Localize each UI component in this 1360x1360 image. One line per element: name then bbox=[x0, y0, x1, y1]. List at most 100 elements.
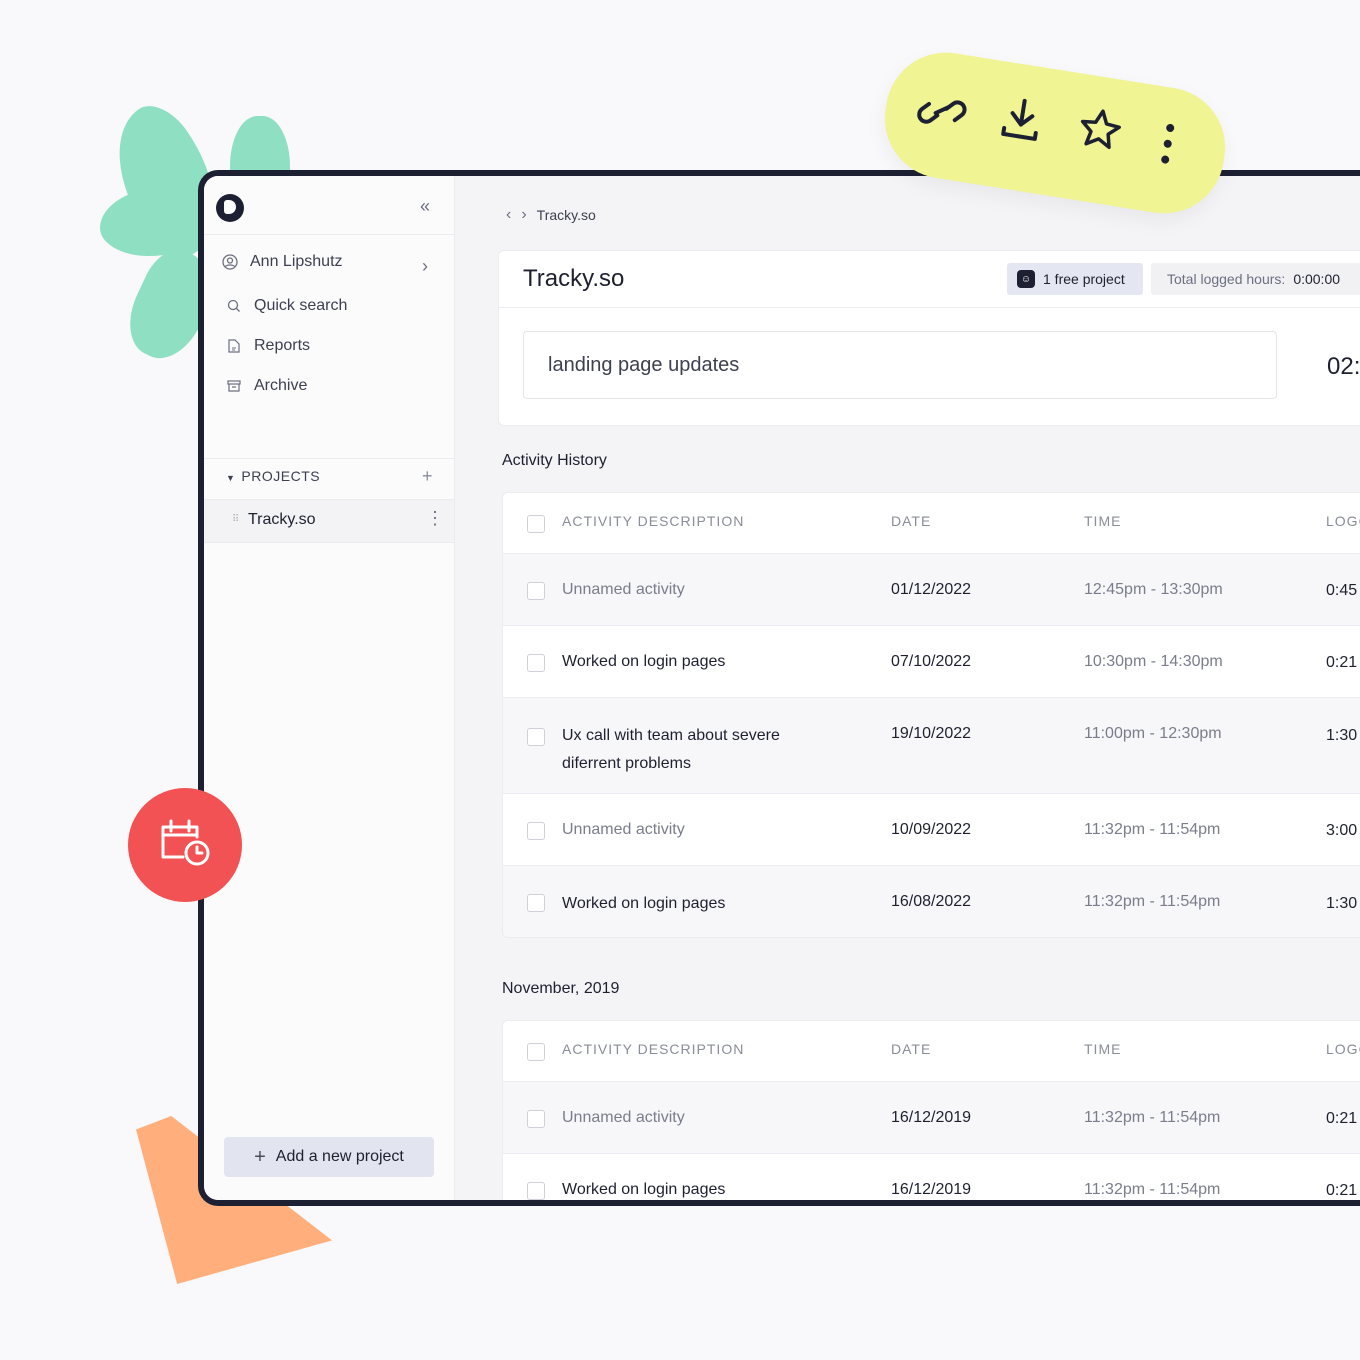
row-checkbox[interactable] bbox=[527, 894, 545, 912]
sidebar-project-item[interactable]: ⠿ Tracky.so ⋮ bbox=[204, 500, 454, 543]
activity-date: 16/12/2019 bbox=[891, 1181, 972, 1198]
activity-description: Unnamed activity bbox=[562, 581, 685, 598]
projects-heading[interactable]: ▼ PROJECTS bbox=[226, 468, 320, 484]
add-project-plus-icon[interactable]: + bbox=[422, 466, 433, 487]
download-icon[interactable] bbox=[995, 93, 1047, 152]
project-card: Tracky.so ☺ 1 free project Total logged … bbox=[498, 250, 1360, 426]
table-row[interactable]: Worked on login pages 07/10/2022 10:30pm… bbox=[503, 626, 1360, 698]
table-header-row: ACTIVITY DESCRIPTION DATE TIME LOGG bbox=[503, 493, 1360, 554]
activity-date: 16/08/2022 bbox=[891, 893, 972, 910]
page-title: Tracky.so bbox=[523, 265, 625, 292]
calendar-clock-icon bbox=[157, 817, 213, 874]
row-checkbox[interactable] bbox=[527, 728, 545, 746]
column-header-logged[interactable]: LOGG bbox=[1326, 513, 1360, 529]
breadcrumb-current[interactable]: Tracky.so bbox=[537, 207, 596, 223]
section-title: November, 2019 bbox=[502, 980, 620, 997]
section-title: Activity History bbox=[502, 452, 607, 469]
sidebar-item-quick-search[interactable]: Quick search bbox=[226, 292, 347, 320]
drag-handle-icon[interactable]: ⠿ bbox=[232, 514, 239, 525]
activity-date: 01/12/2022 bbox=[891, 581, 972, 598]
activity-logged: 0:21 bbox=[1326, 1182, 1358, 1199]
column-header-description[interactable]: ACTIVITY DESCRIPTION bbox=[562, 513, 744, 529]
divider bbox=[204, 458, 454, 459]
activity-description: Worked on login pages bbox=[562, 1181, 726, 1198]
user-name: Ann Lipshutz bbox=[250, 253, 343, 270]
breadcrumb: ‹ › Tracky.so bbox=[506, 206, 596, 224]
activity-time: 11:32pm - 11:54pm bbox=[1084, 821, 1221, 838]
activity-description: Ux call with team about severe bbox=[562, 727, 780, 744]
calendar-clock-badge[interactable] bbox=[128, 788, 242, 902]
divider bbox=[499, 307, 1360, 308]
select-all-checkbox[interactable] bbox=[527, 1043, 545, 1061]
row-checkbox[interactable] bbox=[527, 582, 545, 600]
column-header-time[interactable]: TIME bbox=[1084, 1041, 1121, 1057]
table-header-row: ACTIVITY DESCRIPTION DATE TIME LOGG bbox=[503, 1021, 1360, 1082]
column-header-logged[interactable]: LOGG bbox=[1326, 1041, 1360, 1057]
user-profile-item[interactable]: Ann Lipshutz bbox=[222, 248, 343, 276]
sidebar-item-label: Reports bbox=[254, 337, 311, 354]
add-project-button[interactable]: + Add a new project bbox=[224, 1137, 434, 1177]
sidebar-item-label: Archive bbox=[254, 377, 308, 394]
activity-description: Worked on login pages bbox=[562, 653, 726, 670]
column-header-date[interactable]: DATE bbox=[891, 513, 931, 529]
chevron-right-icon[interactable]: › bbox=[422, 256, 428, 277]
star-icon[interactable] bbox=[1073, 104, 1126, 162]
more-vertical-icon[interactable] bbox=[1158, 121, 1178, 171]
activity-time: 11:32pm - 11:54pm bbox=[1084, 1181, 1221, 1198]
select-all-checkbox[interactable] bbox=[527, 515, 545, 533]
total-hours-badge: Total logged hours: 0:00:00 bbox=[1151, 263, 1360, 295]
sidebar-item-archive[interactable]: Archive bbox=[226, 372, 307, 400]
file-icon bbox=[226, 338, 242, 354]
table-row[interactable]: Unnamed activity 16/12/2019 11:32pm - 11… bbox=[503, 1082, 1360, 1154]
activity-date: 10/09/2022 bbox=[891, 821, 972, 838]
user-icon bbox=[222, 254, 238, 270]
project-name: Tracky.so bbox=[248, 511, 316, 528]
activity-table: ACTIVITY DESCRIPTION DATE TIME LOGG Unna… bbox=[502, 1020, 1360, 1200]
activity-date: 07/10/2022 bbox=[891, 653, 972, 670]
task-description-input[interactable] bbox=[523, 331, 1277, 399]
table-row[interactable]: Worked on login pages 16/12/2019 11:32pm… bbox=[503, 1154, 1360, 1200]
activity-time: 11:32pm - 11:54pm bbox=[1084, 893, 1221, 910]
activity-logged: 0:45 bbox=[1326, 582, 1358, 599]
column-header-description[interactable]: ACTIVITY DESCRIPTION bbox=[562, 1041, 744, 1057]
search-icon bbox=[226, 298, 242, 314]
activity-date: 19/10/2022 bbox=[891, 725, 972, 742]
column-header-time[interactable]: TIME bbox=[1084, 513, 1121, 529]
app-window: « Ann Lipshutz › Quick search Reports Ar… bbox=[198, 170, 1360, 1206]
table-row[interactable]: Unnamed activity 10/09/2022 11:32pm - 11… bbox=[503, 794, 1360, 866]
caret-down-icon: ▼ bbox=[226, 473, 236, 483]
free-project-badge[interactable]: ☺ 1 free project bbox=[1007, 263, 1143, 295]
table-row[interactable]: Worked on login pages 16/08/2022 11:32pm… bbox=[503, 866, 1360, 937]
activity-logged: 0:21 bbox=[1326, 1110, 1358, 1127]
activity-logged: 1:30 bbox=[1326, 895, 1358, 912]
more-vertical-icon[interactable]: ⋮ bbox=[426, 508, 444, 529]
activity-description-line2: diferrent problems bbox=[562, 755, 691, 772]
table-row[interactable]: Unnamed activity 01/12/2022 12:45pm - 13… bbox=[503, 554, 1360, 626]
forward-arrow-icon[interactable]: › bbox=[521, 206, 526, 224]
row-checkbox[interactable] bbox=[527, 822, 545, 840]
link-icon[interactable] bbox=[912, 86, 971, 143]
activity-date: 16/12/2019 bbox=[891, 1109, 972, 1126]
table-row[interactable]: Ux call with team about severe diferrent… bbox=[503, 698, 1360, 794]
row-checkbox[interactable] bbox=[527, 1110, 545, 1128]
divider bbox=[204, 234, 454, 235]
sidebar: « Ann Lipshutz › Quick search Reports Ar… bbox=[204, 176, 455, 1200]
row-checkbox[interactable] bbox=[527, 1182, 545, 1200]
activity-logged: 3:00 bbox=[1326, 822, 1358, 839]
plus-icon: + bbox=[254, 1145, 266, 1168]
archive-icon bbox=[226, 378, 242, 394]
smile-icon: ☺ bbox=[1017, 270, 1035, 288]
activity-logged: 1:30 bbox=[1326, 727, 1358, 744]
row-checkbox[interactable] bbox=[527, 654, 545, 672]
activity-time: 11:00pm - 12:30pm bbox=[1084, 725, 1222, 742]
activity-description: Worked on login pages bbox=[562, 895, 726, 912]
column-header-date[interactable]: DATE bbox=[891, 1041, 931, 1057]
sidebar-item-label: Quick search bbox=[254, 297, 348, 314]
collapse-sidebar-icon[interactable]: « bbox=[420, 196, 430, 217]
sidebar-item-reports[interactable]: Reports bbox=[226, 332, 310, 360]
activity-table: ACTIVITY DESCRIPTION DATE TIME LOGG Unna… bbox=[502, 492, 1360, 938]
back-arrow-icon[interactable]: ‹ bbox=[506, 206, 511, 224]
app-logo[interactable] bbox=[216, 194, 244, 222]
timer-display: 02: bbox=[1327, 353, 1360, 380]
activity-description: Unnamed activity bbox=[562, 1109, 685, 1126]
